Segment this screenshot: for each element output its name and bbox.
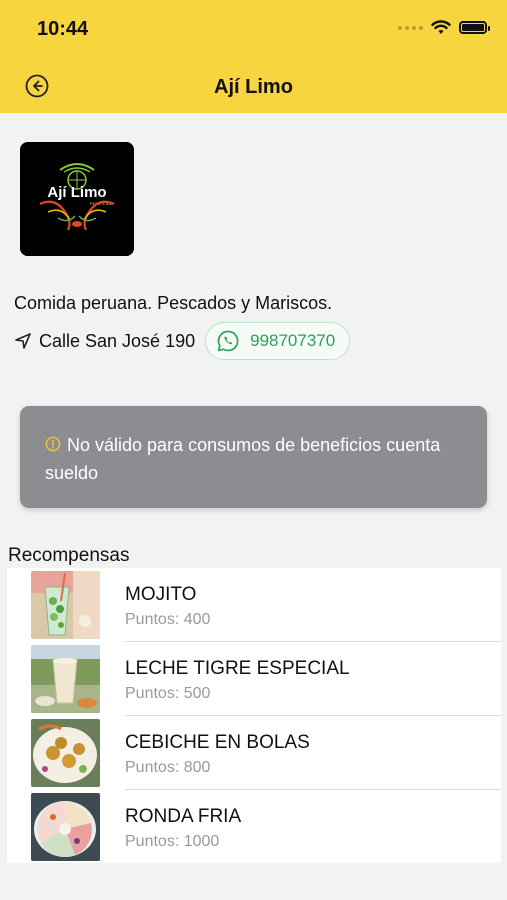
status-icons [398, 20, 490, 35]
reward-image-cebiche-en-bolas [31, 719, 100, 787]
signal-icon [398, 25, 423, 30]
reward-name: RONDA FRIA [125, 806, 242, 827]
logo-wordmark: Ají Limo [47, 184, 106, 201]
notice-text: No válido para consumos de beneficios cu… [45, 435, 441, 483]
reward-name: CEBICHE EN BOLAS [125, 732, 310, 753]
header-bar: 10:44 Ají Limo [0, 0, 507, 113]
info-icon [45, 436, 61, 452]
reward-image-leche-tigre [31, 645, 100, 713]
whatsapp-button[interactable]: 998707370 [205, 322, 351, 360]
reward-item-ronda-fria[interactable]: RONDA FRIA Puntos: 1000 [7, 790, 501, 864]
page-title: Ají Limo [214, 76, 293, 98]
reward-image-mojito [31, 571, 100, 639]
reward-points: Puntos: 500 [125, 685, 211, 702]
reward-points: Puntos: 1000 [125, 833, 220, 850]
reward-item-mojito[interactable]: MOJITO Puntos: 400 [7, 568, 501, 642]
status-time: 10:44 [37, 18, 89, 40]
wifi-icon [431, 20, 451, 34]
whatsapp-icon [217, 330, 239, 352]
whatsapp-number: 998707370 [250, 331, 336, 350]
address-row: Calle San José 190 998707370 [14, 322, 351, 360]
reward-points: Puntos: 800 [125, 759, 211, 776]
reward-name: MOJITO [125, 584, 197, 605]
battery-icon [459, 21, 490, 34]
restaurant-description: Comida peruana. Pescados y Mariscos. [14, 293, 333, 313]
navigation-arrow-icon [15, 333, 31, 349]
rewards-heading: Recompensas [8, 545, 130, 566]
reward-image-ronda-fria [31, 793, 100, 861]
reward-item-leche-tigre[interactable]: LECHE TIGRE ESPECIAL Puntos: 500 [7, 642, 501, 716]
notice-card: No válido para consumos de beneficios cu… [20, 406, 487, 508]
reward-points: Puntos: 400 [125, 611, 211, 628]
restaurant-address[interactable]: Calle San José 190 [39, 331, 195, 352]
restaurant-logo: Ají Limo PERÚ & BAR [20, 142, 134, 256]
reward-name: LECHE TIGRE ESPECIAL [125, 658, 350, 679]
notice-text-container: No válido para consumos de beneficios cu… [45, 431, 455, 487]
reward-item-cebiche-en-bolas[interactable]: CEBICHE EN BOLAS Puntos: 800 [7, 716, 501, 790]
rewards-list: MOJITO Puntos: 400 LECHE TIGRE ESPECIAL … [7, 568, 501, 863]
